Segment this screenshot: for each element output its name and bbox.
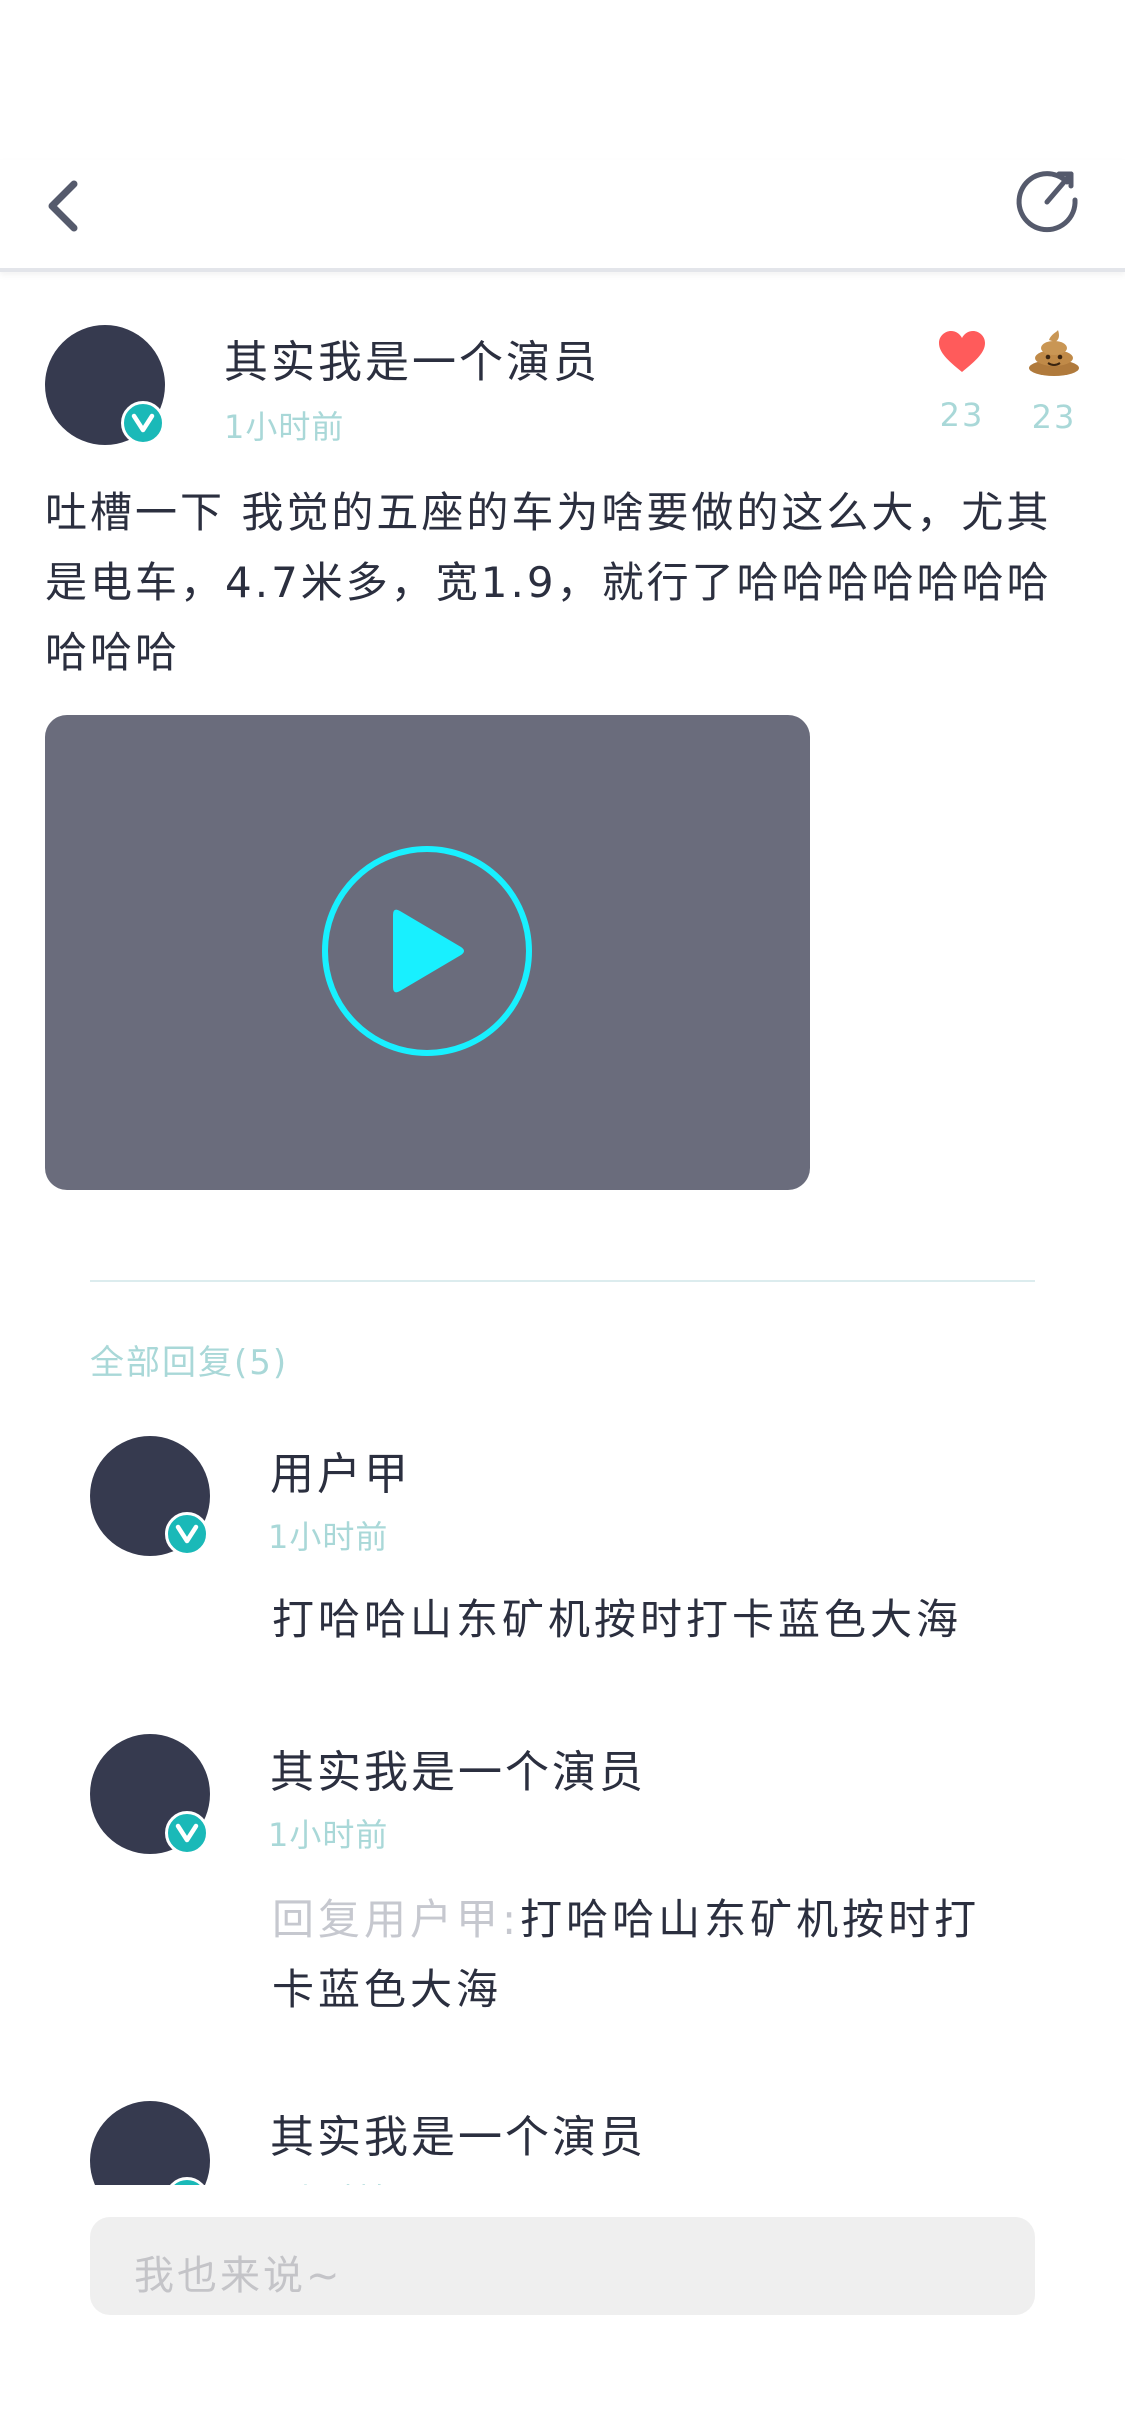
reply-time: 1小时前 <box>268 2175 388 2185</box>
poop-count: 23 <box>1031 398 1077 436</box>
reply-avatar[interactable] <box>90 2101 210 2185</box>
poop-button[interactable]: 23 <box>1014 330 1094 436</box>
navigation-bar <box>0 160 1125 272</box>
share-refresh-icon <box>1016 171 1078 233</box>
poop-icon <box>1029 330 1079 376</box>
like-count: 23 <box>939 396 985 434</box>
comment-placeholder: 我也来说~ <box>134 2253 343 2299</box>
reply-content: 打哈哈山东矿机按时打卡蓝色大海 <box>272 1585 1012 1655</box>
verified-v-icon <box>165 1811 209 1855</box>
reply-prefix[interactable]: 回复用户甲: <box>272 1895 520 1944</box>
section-divider <box>90 1280 1035 1282</box>
play-icon[interactable] <box>321 845 533 1057</box>
share-button[interactable] <box>1009 160 1089 240</box>
post-author-name[interactable]: 其实我是一个演员 <box>224 326 600 390</box>
post-time: 1小时前 <box>224 408 345 446</box>
reply-content: 回复用户甲:打哈哈山东矿机按时打卡蓝色大海 <box>272 1885 1012 2025</box>
verified-v-icon <box>121 401 165 445</box>
reply-author[interactable]: 其实我是一个演员 <box>270 2101 646 2165</box>
video-player[interactable] <box>45 715 810 1190</box>
status-bar-area <box>0 0 1125 160</box>
heart-icon <box>939 331 985 372</box>
verified-v-icon <box>165 1512 209 1556</box>
replies-list[interactable]: 用户甲 1小时前 打哈哈山东矿机按时打卡蓝色大海 其实我是一个演员 1小时前 回… <box>0 1400 1125 2185</box>
comment-input[interactable]: 我也来说~ <box>90 2217 1035 2315</box>
replies-header: 全部回复(5) <box>90 1343 289 1383</box>
post-content: 吐槽一下 我觉的五座的车为啥要做的这么大，尤其是电车，4.7米多，宽1.9，就行… <box>45 488 1052 677</box>
reply-author[interactable]: 其实我是一个演员 <box>270 1736 646 1800</box>
reply-author[interactable]: 用户甲 <box>270 1438 411 1502</box>
reply-time: 1小时前 <box>268 1816 389 1854</box>
reply-text: 打哈哈山东矿机按时打卡蓝色大海 <box>272 1595 963 1644</box>
reply-time: 1小时前 <box>268 1518 389 1556</box>
back-button[interactable] <box>36 170 96 240</box>
chevron-left-icon <box>48 180 78 232</box>
like-button[interactable]: 23 <box>922 330 1002 434</box>
